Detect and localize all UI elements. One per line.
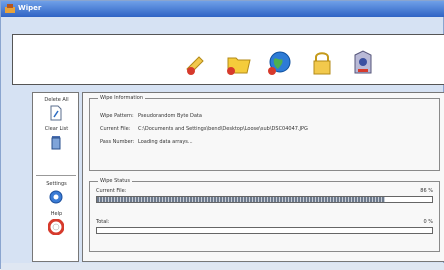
document-delete-icon[interactable]	[48, 105, 64, 121]
lock-icon[interactable]	[308, 49, 336, 77]
current-file-progress-fill	[97, 197, 386, 202]
wipe-pattern-value: Pseudorandom Byte Data	[138, 113, 202, 119]
lifebuoy-icon[interactable]	[48, 219, 64, 235]
wipe-wand-icon[interactable]	[183, 49, 211, 77]
current-file-path: C:\Documents and Settings\bend\Desktop\L…	[138, 126, 308, 132]
settings-label[interactable]: Settings	[33, 181, 80, 187]
app-window: Wiper Delete All Clear List Settings Hel…	[0, 0, 444, 270]
pass-number-label: Pass Number:	[100, 139, 135, 145]
trash-bin-icon[interactable]	[349, 49, 377, 77]
total-percent: 0 %	[423, 219, 433, 225]
clear-list-label[interactable]: Clear List	[33, 126, 80, 132]
app-logo-icon	[5, 4, 15, 13]
total-progress-bar	[96, 227, 433, 234]
sidebar: Delete All Clear List Settings Help	[32, 92, 79, 262]
globe-icon[interactable]	[266, 49, 294, 77]
title-bar[interactable]: Wiper	[1, 1, 444, 17]
total-progress-label: Total:	[96, 219, 110, 225]
wipe-information-title: Wipe Information	[98, 95, 146, 101]
main-panel: Wipe Information Wipe Pattern: Pseudoran…	[82, 92, 444, 262]
sidebar-divider	[36, 175, 76, 176]
current-file-progress-bar	[96, 196, 433, 203]
toolbar	[12, 34, 444, 85]
trash-icon[interactable]	[48, 134, 64, 150]
wipe-information-group: Wipe Information Wipe Pattern: Pseudoran…	[89, 95, 440, 171]
folder-icon[interactable]	[225, 49, 253, 77]
settings-gear-icon[interactable]	[48, 189, 64, 205]
wipe-status-title: Wipe Status	[98, 178, 132, 184]
current-file-progress-label: Current File:	[96, 188, 127, 194]
current-file-label: Current File:	[100, 126, 131, 132]
delete-all-label[interactable]: Delete All	[33, 97, 80, 103]
current-file-percent: 86 %	[420, 188, 433, 194]
help-label[interactable]: Help	[33, 211, 80, 217]
wipe-status-group: Wipe Status Current File: 86 % Total: 0 …	[89, 178, 440, 252]
window-title: Wiper	[18, 4, 42, 12]
pass-number-value: Loading data arrays...	[138, 139, 193, 145]
wipe-pattern-label: Wipe Pattern:	[100, 113, 134, 119]
